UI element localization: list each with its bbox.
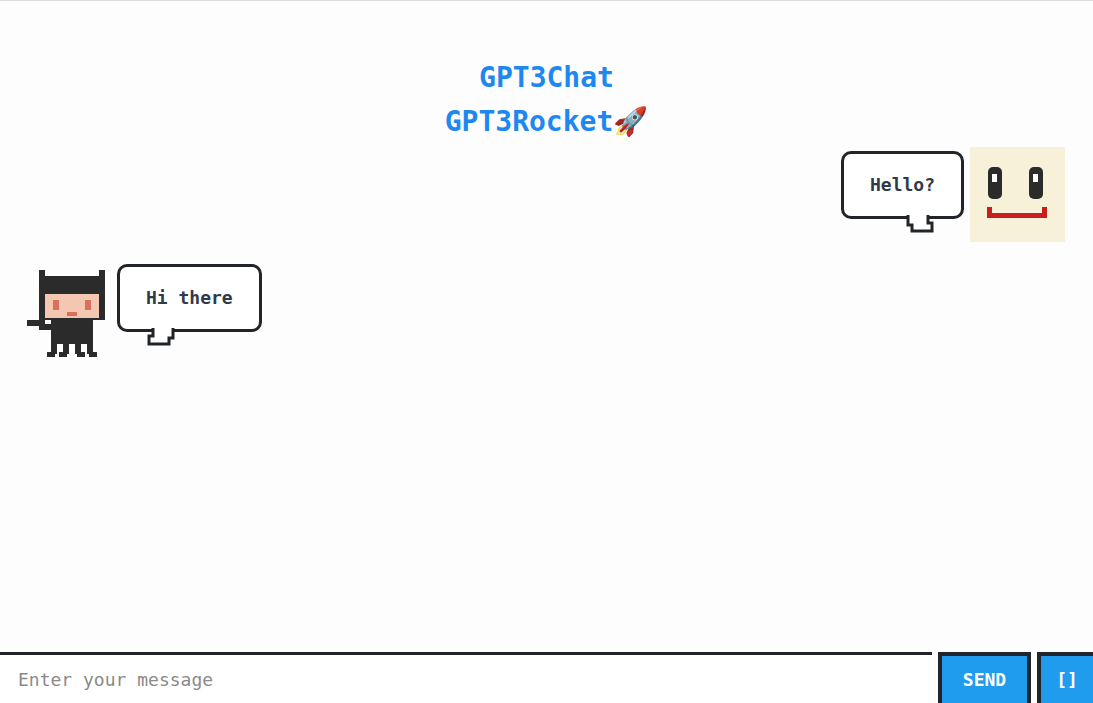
extra-button[interactable]: [] — [1037, 652, 1093, 703]
speech-bubble: Hello? — [841, 147, 964, 239]
smiley-avatar-icon — [970, 147, 1065, 242]
bubble-tail-icon — [147, 328, 175, 350]
message-list: Hello? Hi there — [0, 141, 1093, 652]
input-bar: SEND [] — [0, 652, 1093, 703]
octocat-avatar-icon — [27, 266, 111, 358]
message-row: Hello? — [28, 147, 1065, 242]
app-subtitle: GPT3Rocket🚀 — [445, 103, 649, 141]
user-avatar — [970, 147, 1065, 242]
chat-app: GPT3Chat GPT3Rocket🚀 Hello? Hi there SEND… — [0, 0, 1093, 703]
send-button[interactable]: SEND — [938, 652, 1031, 703]
message-text: Hi there — [117, 264, 262, 332]
bubble-tail-icon — [906, 215, 934, 237]
message-input[interactable] — [0, 652, 932, 703]
app-title: GPT3Chat — [479, 59, 614, 97]
header: GPT3Chat GPT3Rocket🚀 — [0, 1, 1093, 141]
speech-bubble: Hi there — [117, 260, 262, 352]
message-text: Hello? — [841, 151, 964, 219]
bot-avatar — [27, 266, 111, 358]
message-row: Hi there — [27, 260, 1065, 358]
